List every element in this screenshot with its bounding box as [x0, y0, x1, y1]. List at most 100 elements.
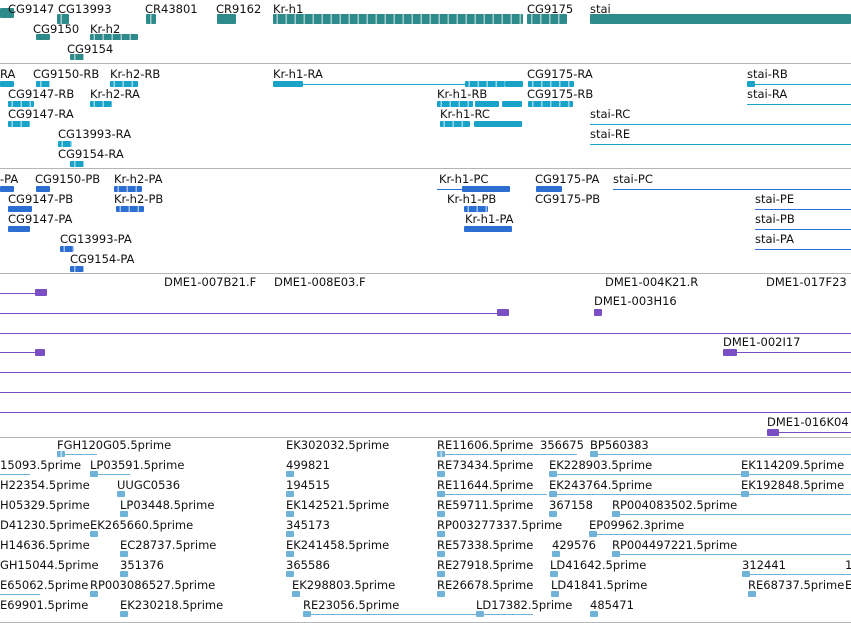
feature-label-ek230218[interactable]: EK230218.5prime — [120, 599, 223, 612]
feature-label-n429576[interactable]: 429576 — [552, 539, 596, 552]
feature-label-stai-pb[interactable]: stai-PB — [755, 213, 795, 226]
feature-glyph[interactable] — [723, 349, 737, 356]
feature-label-re57338[interactable]: RE57338.5prime — [437, 539, 533, 552]
feature-label-stai-re[interactable]: stai-RE — [590, 128, 630, 141]
feature-label-cg9175-pb[interactable]: CG9175-PB — [535, 193, 600, 206]
feature-label-lp03448[interactable]: LP03448.5prime — [120, 499, 214, 512]
feature-label-n367158[interactable]: 367158 — [549, 499, 593, 512]
feature-label-krh1-pa[interactable]: Kr-h1-PA — [465, 213, 514, 226]
feature-label-cg9147-pb[interactable]: CG9147-PB — [8, 193, 73, 206]
feature-glyph[interactable] — [8, 226, 30, 232]
feature-label-n312441[interactable]: 312441 — [742, 559, 786, 572]
feature-label-e65062[interactable]: E65062.5prime — [0, 579, 88, 592]
feature-label-fgh120g05[interactable]: FGH120G05.5prime — [57, 439, 171, 452]
feature-label-cg13993-ra[interactable]: CG13993-RA — [58, 128, 131, 141]
feature-label-h14636[interactable]: H14636.5prime — [0, 539, 90, 552]
feature-label-stai-pa[interactable]: stai-PA — [755, 233, 794, 246]
feature-label-cg9150-rb[interactable]: CG9150-RB — [33, 68, 99, 81]
feature-glyph[interactable] — [90, 101, 112, 107]
feature-label-ec28737[interactable]: EC28737.5prime — [120, 539, 216, 552]
feature-label-e69901[interactable]: E69901.5prime — [0, 599, 88, 612]
feature-label-n365586[interactable]: 365586 — [286, 559, 330, 572]
feature-label-krh2-pa[interactable]: Kr-h2-PA — [114, 173, 163, 186]
feature-label-ld41841[interactable]: LD41841.5prime — [551, 579, 647, 592]
feature-label-rp003086527[interactable]: RP003086527.5prime — [90, 579, 215, 592]
feature-label-cg9147[interactable]: CG9147 — [8, 3, 54, 16]
feature-label-c017f23[interactable]: DME1-017F23 — [766, 276, 847, 289]
feature-label-re11606[interactable]: RE11606.5prime — [437, 439, 533, 452]
feature-label-c016k04[interactable]: DME1-016K04 — [767, 416, 849, 429]
feature-label-krh2-rb[interactable]: Kr-h2-RB — [110, 68, 160, 81]
feature-glyph[interactable] — [464, 226, 512, 232]
feature-label-stai-ra[interactable]: stai-RA — [747, 88, 787, 101]
feature-label-ek241458[interactable]: EK241458.5prime — [286, 539, 389, 552]
feature-label-krh1-pc[interactable]: Kr-h1-PC — [439, 173, 488, 186]
feature-label-cg9147-pa[interactable]: CG9147-PA — [8, 213, 72, 226]
feature-label-cg9154-ra[interactable]: CG9154-RA — [58, 148, 124, 161]
feature-glyph[interactable] — [8, 121, 30, 127]
feature-glyph[interactable] — [116, 206, 144, 212]
feature-label-bp560383[interactable]: BP560383 — [590, 439, 649, 452]
feature-label-rp004497221[interactable]: RP004497221.5prime — [612, 539, 737, 552]
feature-label-d41230[interactable]: D41230.5prime — [0, 519, 90, 532]
feature-label-ek302032[interactable]: EK302032.5prime — [286, 439, 389, 452]
feature-label-stai-pc[interactable]: stai-PC — [613, 173, 653, 186]
feature-label-c004k21[interactable]: DME1-004K21.R — [605, 276, 698, 289]
feature-label-re11644[interactable]: RE11644.5prime — [437, 479, 533, 492]
feature-label-cg9150-pb[interactable]: CG9150-PB — [35, 173, 100, 186]
feature-label-ek192848[interactable]: EK192848.5prime — [741, 479, 844, 492]
feature-glyph[interactable] — [767, 429, 779, 436]
feature-label-krh1-rc[interactable]: Kr-h1-RC — [440, 108, 490, 121]
feature-glyph[interactable] — [594, 309, 602, 316]
feature-label-krh1-pb[interactable]: Kr-h1-PB — [447, 193, 496, 206]
feature-glyph[interactable] — [440, 121, 470, 127]
feature-label-c15093[interactable]: 15093.5prime — [0, 459, 81, 472]
feature-label-cg9147-rb[interactable]: CG9147-RB — [8, 88, 74, 101]
feature-label-h22354[interactable]: H22354.5prime — [0, 479, 90, 492]
feature-label-cg9175-rb[interactable]: CG9175-RB — [527, 88, 593, 101]
feature-label-c007b21[interactable]: DME1-007B21.F — [164, 276, 256, 289]
feature-glyph[interactable] — [35, 349, 45, 356]
feature-label-krh1-ra[interactable]: Kr-h1-RA — [273, 68, 323, 81]
feature-label-krh2-pb[interactable]: Kr-h2-PB — [114, 193, 163, 206]
feature-label-re23056[interactable]: RE23056.5prime — [303, 599, 399, 612]
feature-label-ek228903[interactable]: EK228903.5prime — [549, 459, 652, 472]
feature-label-e-cut[interactable]: E — [845, 579, 851, 592]
feature-label-uugc0536[interactable]: UUGC0536 — [117, 479, 180, 492]
feature-label-n499821[interactable]: 499821 — [286, 459, 330, 472]
feature-label-stai-rb[interactable]: stai-RB — [747, 68, 788, 81]
feature-label-krh2-ra[interactable]: Kr-h2-RA — [90, 88, 140, 101]
feature-label-ek114209[interactable]: EK114209.5prime — [741, 459, 844, 472]
feature-glyph[interactable] — [497, 309, 509, 316]
feature-label-cg9150[interactable]: CG9150 — [33, 23, 79, 36]
feature-glyph[interactable] — [70, 161, 84, 167]
feature-glyph[interactable] — [505, 81, 523, 87]
feature-label-lp03591[interactable]: LP03591.5prime — [90, 459, 184, 472]
feature-label-cg13993[interactable]: CG13993 — [58, 3, 112, 16]
feature-label-rp003277337[interactable]: RP003277337.5prime — [437, 519, 562, 532]
feature-label-gh15044[interactable]: GH15044.5prime — [0, 559, 99, 572]
feature-label-cr43801[interactable]: CR43801 — [145, 3, 198, 16]
feature-label-n485471[interactable]: 485471 — [590, 599, 634, 612]
feature-label-n194515[interactable]: 194515 — [286, 479, 330, 492]
feature-label-stai[interactable]: stai — [590, 3, 611, 16]
feature-glyph[interactable] — [474, 121, 522, 127]
feature-label-c002i17[interactable]: DME1-002I17 — [723, 336, 801, 349]
feature-glyph[interactable] — [70, 266, 84, 272]
feature-label-stai-pe[interactable]: stai-PE — [755, 193, 794, 206]
feature-glyph[interactable] — [502, 101, 522, 107]
feature-label-re26678[interactable]: RE26678.5prime — [437, 579, 533, 592]
feature-label-ek265660[interactable]: EK265660.5prime — [90, 519, 193, 532]
feature-label-c003h16[interactable]: DME1-003H16 — [594, 295, 677, 308]
feature-label-ra-cut[interactable]: RA — [0, 68, 15, 81]
feature-label-rp004083502[interactable]: RP004083502.5prime — [612, 499, 737, 512]
feature-label-h05329[interactable]: H05329.5prime — [0, 499, 90, 512]
feature-label-krh1-rb[interactable]: Kr-h1-RB — [437, 88, 487, 101]
feature-label-cg9154[interactable]: CG9154 — [67, 43, 113, 56]
feature-label-cg9175-ra[interactable]: CG9175-RA — [527, 68, 593, 81]
feature-glyph[interactable] — [35, 289, 47, 296]
feature-glyph[interactable] — [590, 14, 851, 24]
feature-label-re59711[interactable]: RE59711.5prime — [437, 499, 533, 512]
feature-label-re27918[interactable]: RE27918.5prime — [437, 559, 533, 572]
feature-label-c008e03[interactable]: DME1-008E03.F — [274, 276, 366, 289]
